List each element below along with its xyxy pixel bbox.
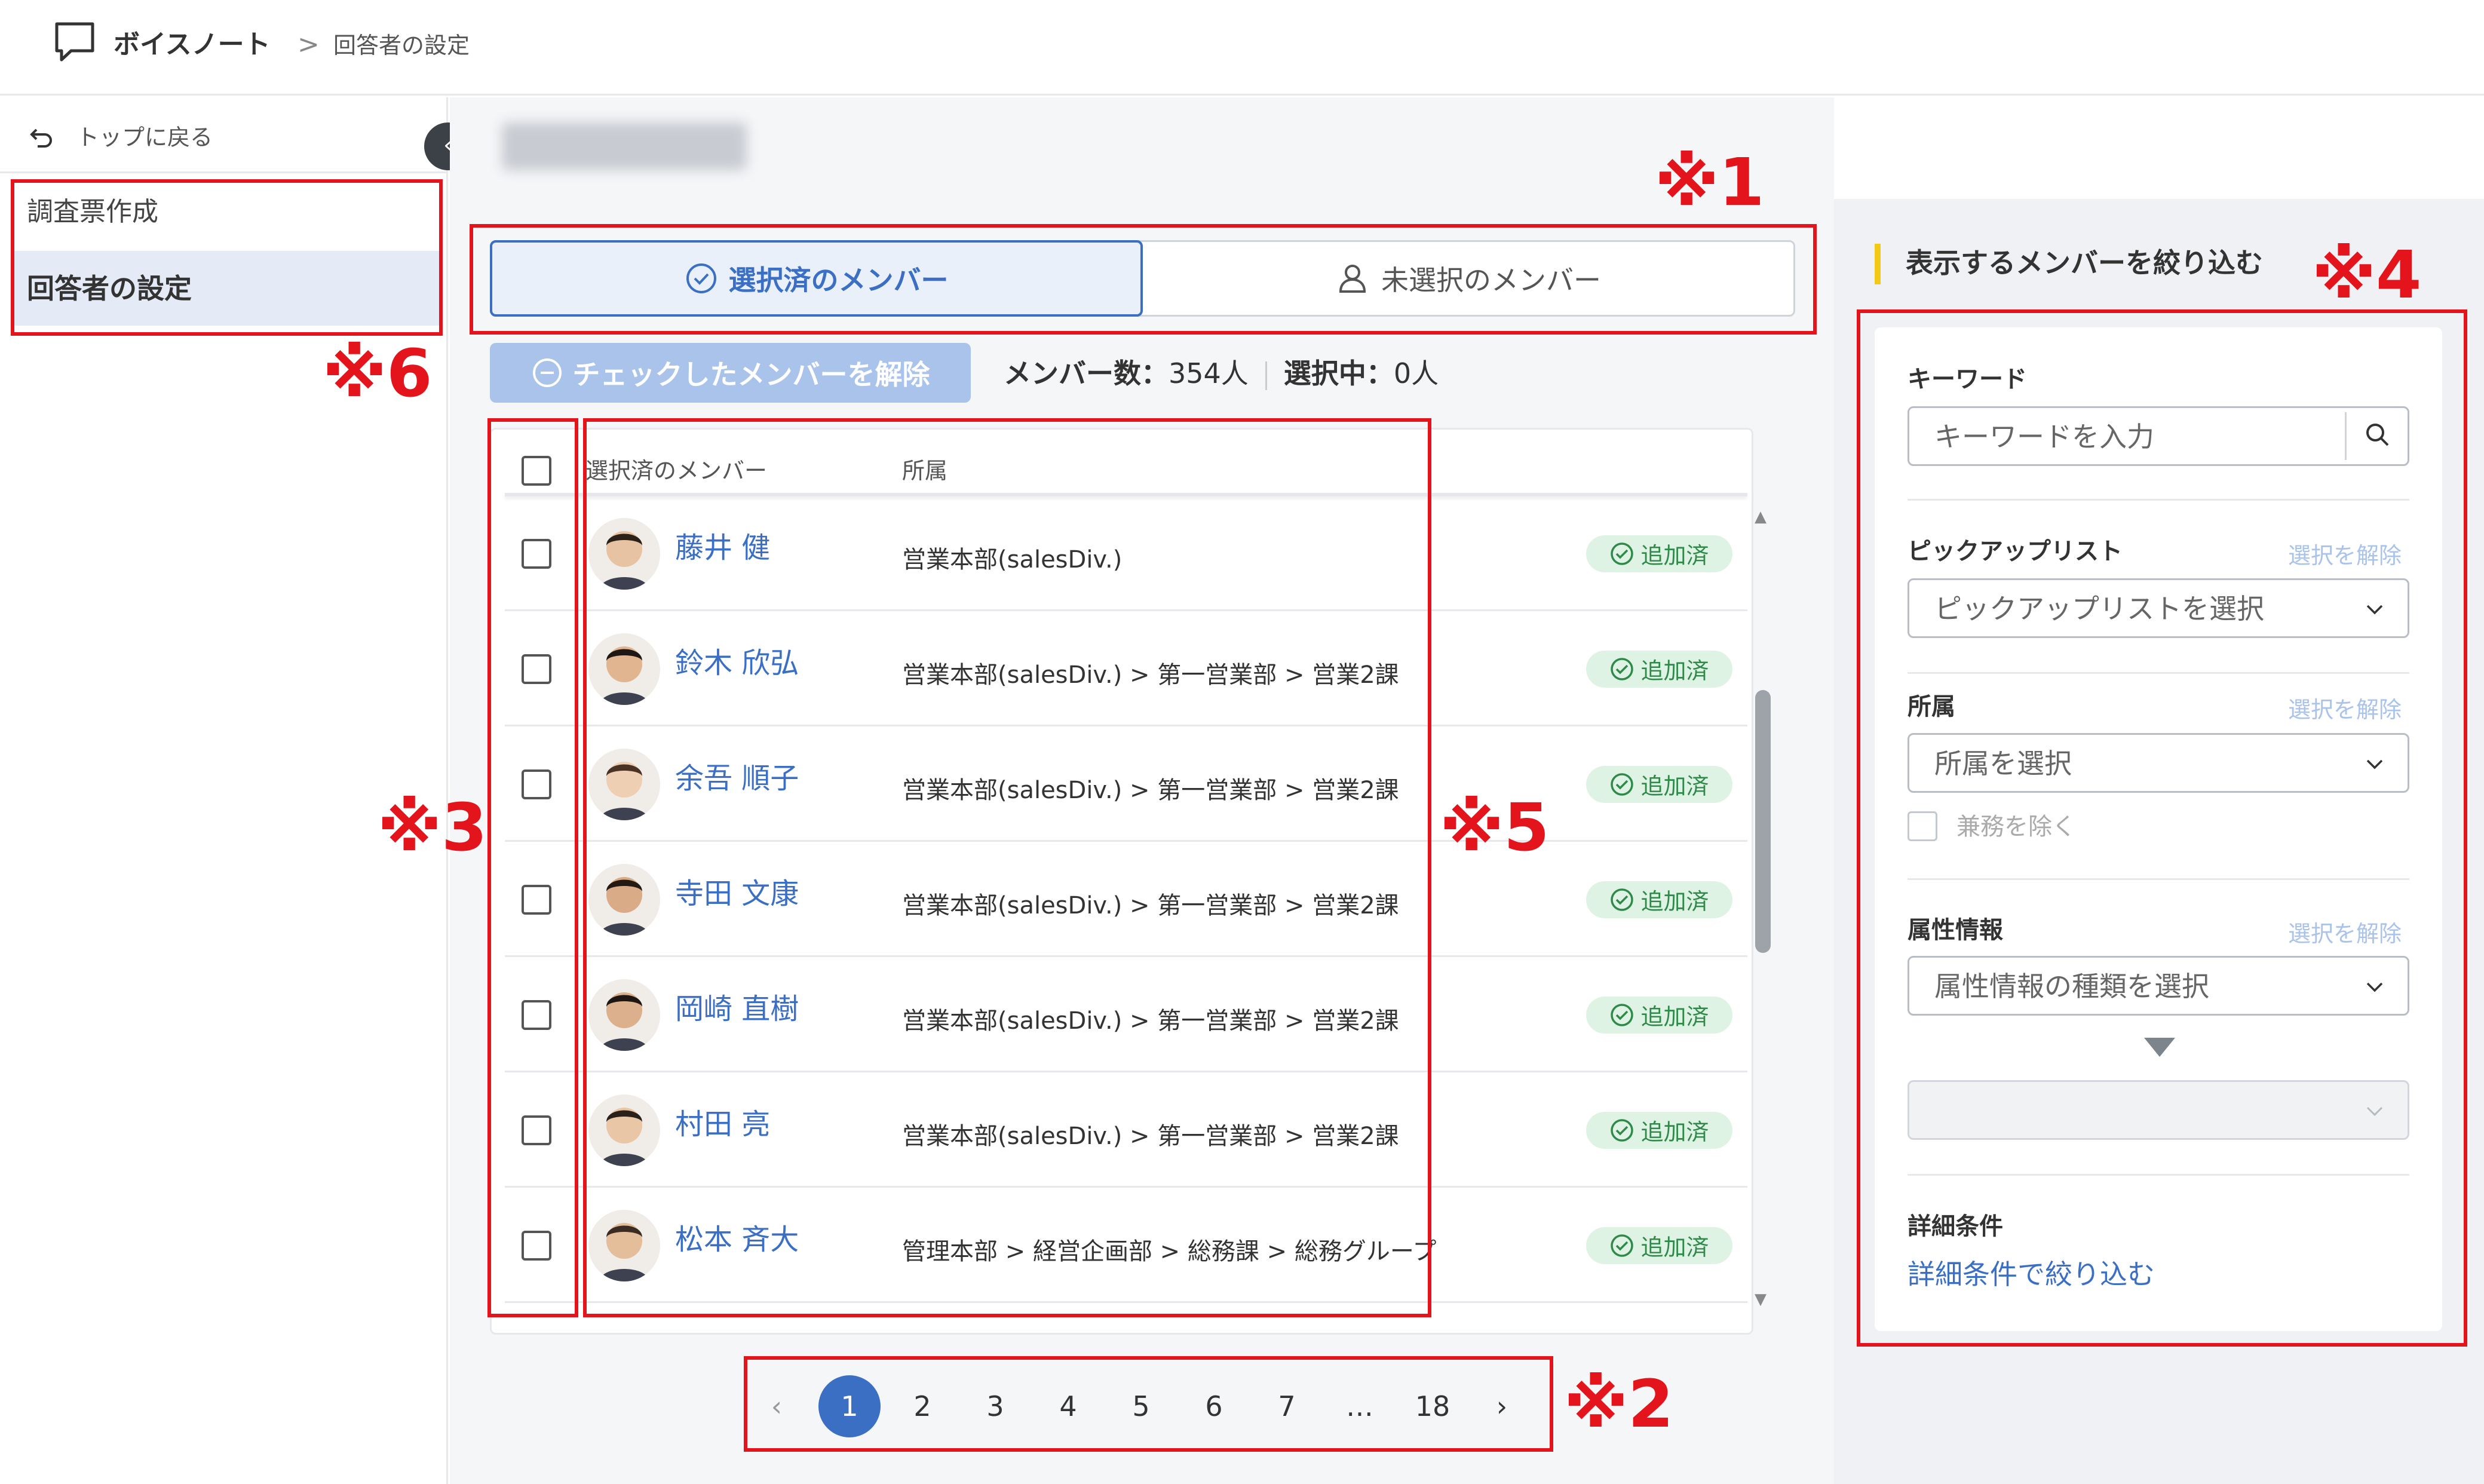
filter-title-accent: [1875, 244, 1881, 284]
check-circle-icon: [1611, 1003, 1634, 1026]
status-badge: 追加済: [1586, 1227, 1732, 1264]
check-circle-icon: [1611, 1118, 1634, 1142]
uncheck-members-button[interactable]: チェックしたメンバーを解除: [490, 343, 971, 403]
back-to-top-link[interactable]: [0, 102, 448, 173]
annotation-box-6: [11, 179, 443, 336]
member-count-value: 354人: [1169, 357, 1249, 390]
status-badge-label: 追加済: [1640, 542, 1709, 569]
annotation-label-6: ※6: [323, 335, 433, 412]
selected-count-value: 0人: [1393, 357, 1439, 390]
scroll-down-icon[interactable]: ▼: [1755, 1290, 1767, 1308]
status-badge: 追加済: [1586, 996, 1732, 1034]
chat-bubble-icon: [55, 22, 94, 62]
check-circle-icon: [1611, 542, 1634, 565]
check-circle-icon: [1611, 772, 1634, 796]
breadcrumb-current: 回答者の設定: [333, 32, 470, 59]
member-count-label: メンバー数: [1004, 357, 1141, 390]
annotation-box-2: [744, 1356, 1553, 1452]
scroll-up-icon[interactable]: ▲: [1755, 508, 1767, 526]
annotation-box-1: [470, 224, 1817, 335]
status-badge-label: 追加済: [1640, 888, 1709, 915]
status-badge: 追加済: [1586, 535, 1732, 572]
status-badge-label: 追加済: [1640, 773, 1709, 799]
status-badge: 追加済: [1586, 650, 1732, 688]
breadcrumb-separator: >: [298, 29, 320, 60]
table-scrollbar-thumb[interactable]: [1755, 690, 1771, 953]
check-circle-icon: [1611, 888, 1634, 911]
annotation-label-4: ※4: [2312, 237, 2422, 313]
annotation-label-5: ※5: [1440, 789, 1550, 866]
annotation-label-1: ※1: [1655, 144, 1765, 220]
status-badge-label: 追加済: [1640, 658, 1709, 684]
status-badge-label: 追加済: [1640, 1234, 1709, 1261]
status-badge: 追加済: [1586, 881, 1732, 918]
selected-count-label: 選択中: [1283, 357, 1366, 390]
status-badge: 追加済: [1586, 1111, 1732, 1149]
check-circle-icon: [1611, 657, 1634, 680]
survey-name-blurred: [502, 122, 747, 170]
status-badge-label: 追加済: [1640, 1004, 1709, 1030]
count-separator: ：: [1141, 357, 1169, 390]
status-badge-label: 追加済: [1640, 1119, 1709, 1145]
status-badge: 追加済: [1586, 765, 1732, 803]
count-divider: [1265, 361, 1267, 390]
annotation-label-3: ※3: [378, 789, 487, 866]
count-separator: ：: [1366, 357, 1394, 390]
annotation-box-3: [487, 418, 578, 1317]
back-to-top-label[interactable]: トップに戻る: [76, 119, 213, 155]
annotation-label-2: ※2: [1564, 1366, 1674, 1442]
app-title[interactable]: ボイスノート: [114, 24, 271, 66]
uncheck-button-label: チェックしたメンバーを解除: [572, 358, 930, 391]
filter-title: 表示するメンバーを絞り込む: [1906, 247, 2263, 279]
undo-arrow-icon: [30, 128, 52, 148]
check-circle-icon: [1611, 1234, 1634, 1257]
minus-circle-icon: [532, 358, 562, 387]
annotation-box-4: [1857, 309, 2467, 1347]
member-counts: メンバー数：354人 選択中：0人: [1004, 352, 1439, 394]
annotation-box-5: [583, 418, 1431, 1317]
